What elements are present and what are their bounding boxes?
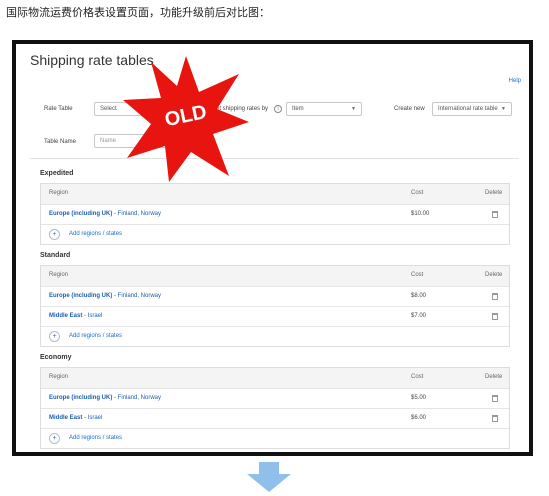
create-new-select[interactable]: International rate table ▼ (432, 102, 512, 116)
add-regions-row: + Add regions / states (41, 224, 509, 244)
table-header-row: Region Cost Delete (41, 368, 509, 388)
region-cell[interactable]: Middle East - Israel (49, 313, 102, 319)
info-icon[interactable]: i (274, 105, 282, 113)
cost-cell: $8.00 (411, 293, 427, 299)
rate-table-value: Select (100, 106, 117, 112)
set-rates-value: Item (292, 106, 304, 112)
region-cell[interactable]: Middle East - Israel (49, 415, 102, 421)
column-header-cost: Cost (411, 190, 424, 196)
region-cell[interactable]: Europe (including UK) - Finland, Norway (49, 395, 161, 401)
region-detail: - Israel (84, 415, 103, 421)
region-name[interactable]: Middle East (49, 415, 82, 421)
old-stamp-star-icon: OLD (123, 56, 249, 182)
section-title-expedited: Expedited (40, 170, 74, 177)
region-name[interactable]: Europe (including UK) (49, 211, 112, 217)
table-header-row: Region Cost Delete (41, 266, 509, 286)
add-regions-row: + Add regions / states (41, 326, 509, 346)
region-name[interactable]: Europe (including UK) (49, 395, 112, 401)
rate-table-standard: Region Cost Delete Europe (including UK)… (40, 265, 510, 347)
create-new-value: International rate table (438, 106, 498, 112)
column-header-cost: Cost (411, 374, 424, 380)
region-cell[interactable]: Europe (including UK) - Finland, Norway (49, 211, 161, 217)
table-header-row: Region Cost Delete (41, 184, 509, 204)
arrow-shape (247, 462, 291, 492)
plus-icon[interactable]: + (49, 331, 60, 342)
chevron-down-icon: ▼ (501, 106, 506, 112)
divider (30, 158, 519, 159)
set-rates-select[interactable]: Item ▼ (286, 102, 362, 116)
region-detail: - Israel (84, 313, 103, 319)
cost-cell: $7.00 (411, 313, 427, 319)
create-new-label: Create new (394, 106, 425, 112)
section-title-economy: Economy (40, 354, 72, 361)
plus-icon[interactable]: + (49, 229, 60, 240)
page-caption: 国际物流运费价格表设置页面，功能升级前后对比图： (6, 6, 270, 19)
column-header-delete: Delete (485, 374, 503, 380)
region-detail: - Finland, Norway (114, 293, 162, 299)
region-cell[interactable]: Europe (including UK) - Finland, Norway (49, 293, 161, 299)
table-row: Middle East - Israel $7.00 (41, 306, 509, 326)
add-regions-row: + Add regions / states (41, 428, 509, 448)
cost-cell: $6.00 (411, 415, 427, 421)
cost-cell: $5.00 (411, 395, 427, 401)
region-detail: - Finland, Norway (114, 211, 162, 217)
rate-table-expedited: Region Cost Delete Europe (including UK)… (40, 183, 510, 245)
rate-table-label: Rate Table (44, 106, 73, 112)
trash-icon[interactable] (492, 313, 498, 320)
region-name[interactable]: Europe (including UK) (49, 293, 112, 299)
table-row: Europe (including UK) - Finland, Norway … (41, 286, 509, 306)
column-header-region: Region (49, 374, 69, 380)
screenshot-frame: Shipping rate tables Help Rate Table Sel… (12, 40, 533, 456)
section-title-standard: Standard (40, 252, 71, 259)
trash-icon[interactable] (492, 395, 498, 402)
table-row: Europe (including UK) - Finland, Norway … (41, 388, 509, 408)
trash-icon[interactable] (492, 211, 498, 218)
plus-icon[interactable]: + (49, 433, 60, 444)
column-header-delete: Delete (485, 190, 503, 196)
table-name-label: Table Name (44, 139, 77, 145)
column-header-region: Region (49, 190, 69, 196)
region-detail: - Finland, Norway (114, 395, 162, 401)
add-regions-link[interactable]: Add regions / states (69, 231, 122, 237)
column-header-region: Region (49, 272, 69, 278)
cost-cell: $10.00 (411, 211, 430, 217)
table-row: Middle East - Israel $6.00 (41, 408, 509, 428)
add-regions-link[interactable]: Add regions / states (69, 435, 122, 441)
trash-icon[interactable] (492, 415, 498, 422)
help-link[interactable]: Help (509, 78, 521, 84)
add-regions-link[interactable]: Add regions / states (69, 333, 122, 339)
column-header-delete: Delete (485, 272, 503, 278)
down-arrow-icon (247, 462, 291, 492)
table-row: Europe (including UK) - Finland, Norway … (41, 204, 509, 224)
region-name[interactable]: Middle East (49, 313, 82, 319)
column-header-cost: Cost (411, 272, 424, 278)
rate-table-economy: Region Cost Delete Europe (including UK)… (40, 367, 510, 449)
chevron-down-icon: ▼ (351, 106, 356, 112)
trash-icon[interactable] (492, 293, 498, 300)
